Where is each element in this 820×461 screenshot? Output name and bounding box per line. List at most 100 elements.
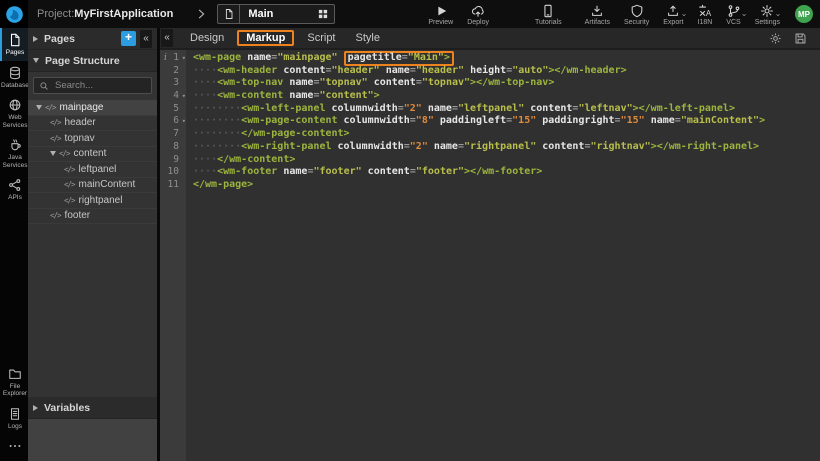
- i18n-icon: A: [698, 3, 712, 18]
- tree-item-mainpage[interactable]: </>mainpage: [28, 100, 157, 116]
- search-input[interactable]: [53, 79, 146, 92]
- grid-view-icon[interactable]: [317, 8, 329, 20]
- code-icon: </>: [50, 134, 61, 143]
- rail-item-more[interactable]: [0, 434, 28, 457]
- fold-marker-icon[interactable]: ▾: [182, 93, 186, 100]
- line-number: 3: [160, 77, 186, 90]
- vcs-button[interactable]: ⌄VCS: [719, 1, 747, 27]
- rail-item-file-explorer[interactable]: File Explorer: [0, 362, 28, 402]
- databases-icon: [8, 66, 22, 80]
- chevron-down-icon: ⌄: [775, 10, 782, 18]
- line-number: 4▾: [160, 90, 186, 103]
- code-line-2[interactable]: 2····<wm-header content="header" name="h…: [160, 65, 820, 78]
- tree-item-rightpanel[interactable]: </> rightpanel: [28, 193, 157, 209]
- pages-section-header[interactable]: Pages + «: [28, 28, 157, 50]
- breadcrumb-chevron-icon: [195, 7, 207, 21]
- caret-right-icon: [33, 405, 38, 411]
- deploy-label: Deploy: [467, 19, 489, 26]
- caret-down-icon[interactable]: [36, 105, 42, 110]
- editor-tabs: DesignMarkupScriptStyle: [173, 28, 390, 48]
- tree-item-label: topnav: [65, 133, 95, 144]
- more-icon: [8, 439, 22, 453]
- tree-item-leftpanel[interactable]: </> leftpanel: [28, 162, 157, 178]
- code-icon: </>: [64, 165, 75, 174]
- page-tab-title: Main: [248, 8, 273, 20]
- wavemaker-logo-icon[interactable]: [0, 0, 28, 28]
- fold-marker-icon[interactable]: ▾: [182, 118, 186, 125]
- line-number: 8: [160, 141, 186, 154]
- tree-item-topnav[interactable]: </> topnav: [28, 131, 157, 147]
- code-line-4[interactable]: 4▾····<wm-content name="content">: [160, 90, 820, 103]
- deploy-button[interactable]: Deploy: [460, 1, 496, 27]
- code-line-7[interactable]: 7········</wm-page-content>: [160, 128, 820, 141]
- rail-item-pages[interactable]: Pages: [0, 28, 28, 61]
- code-line-11[interactable]: 11</wm-page>: [160, 179, 820, 192]
- rail-item-apis[interactable]: APIs: [0, 173, 28, 206]
- line-number: 5: [160, 103, 186, 116]
- java-services-icon: [8, 138, 22, 152]
- project-name: MyFirstApplication: [74, 8, 173, 20]
- deploy-icon: [471, 3, 485, 18]
- code-lines: i1▾<wm-page name="mainpage" pagetitle="M…: [160, 50, 820, 192]
- code-line-10[interactable]: 10····<wm-footer name="footer" content="…: [160, 166, 820, 179]
- tree-item-label: leftpanel: [79, 164, 117, 175]
- tree-item-content[interactable]: </>content: [28, 147, 157, 163]
- preview-button[interactable]: Preview: [421, 1, 460, 27]
- code-icon: </>: [64, 196, 75, 205]
- topbar-actions-left: Preview Deploy Tutorials: [421, 1, 568, 27]
- artifacts-button[interactable]: Artifacts: [578, 1, 617, 27]
- rail-item-databases[interactable]: Databases: [0, 61, 28, 94]
- tab-design[interactable]: Design: [180, 32, 234, 44]
- rail-item-label: Web Services: [1, 114, 29, 129]
- rail-bottom-group: File Explorer Logs: [0, 362, 28, 461]
- fold-marker-icon[interactable]: ▾: [182, 55, 186, 62]
- tutorials-button[interactable]: Tutorials: [528, 1, 569, 27]
- apis-icon: [8, 178, 22, 192]
- tree-item-label: mainpage: [60, 102, 104, 113]
- rail-item-logs[interactable]: Logs: [0, 402, 28, 435]
- tree-item-mainContent[interactable]: </>mainContent: [28, 178, 157, 194]
- tree-item-label: rightpanel: [79, 195, 123, 206]
- security-button[interactable]: Security: [617, 1, 656, 27]
- left-icon-rail: Pages Databases Web Services Java ServicesA…: [0, 28, 28, 461]
- add-page-button[interactable]: +: [121, 31, 136, 46]
- settings-button[interactable]: ⌄Settings: [748, 1, 787, 27]
- code-line-9[interactable]: 9····</wm-content>: [160, 154, 820, 167]
- web-services-icon: [8, 98, 22, 112]
- rail-spacer: [0, 206, 28, 362]
- rail-item-label: File Explorer: [1, 383, 29, 398]
- page-structure-header[interactable]: Page Structure: [28, 50, 157, 72]
- line-number: i1▾: [160, 52, 186, 65]
- code-line-8[interactable]: 8········<wm-right-panel columnwidth="2"…: [160, 141, 820, 154]
- rail-item-web-services[interactable]: Web Services: [0, 93, 28, 133]
- code-line-5[interactable]: 5········<wm-left-panel columnwidth="2" …: [160, 103, 820, 116]
- markup-code-editor[interactable]: i1▾<wm-page name="mainpage" pagetitle="M…: [160, 50, 820, 461]
- rail-item-java-services[interactable]: Java Services: [0, 133, 28, 173]
- search-icon: [39, 81, 49, 91]
- collapse-tree-button[interactable]: «: [161, 29, 173, 47]
- collapse-panel-button[interactable]: «: [140, 30, 152, 48]
- gear-icon[interactable]: [769, 32, 782, 45]
- export-button[interactable]: ⌄Export: [656, 1, 690, 27]
- open-page-tab[interactable]: Main: [217, 4, 335, 24]
- search-box: [33, 77, 152, 94]
- caret-down-icon[interactable]: [50, 151, 56, 156]
- i18n-button[interactable]: AI18N: [691, 1, 720, 27]
- tab-markup[interactable]: Markup: [237, 30, 294, 46]
- code-icon: </>: [50, 211, 61, 220]
- tree-item-footer[interactable]: </>footer: [28, 209, 157, 225]
- code-line-6[interactable]: 6▾········<wm-page-content columnwidth="…: [160, 115, 820, 128]
- code-line-3[interactable]: 3····<wm-top-nav name="topnav" content="…: [160, 77, 820, 90]
- panel-footer-spacer: [28, 419, 157, 461]
- editor-tab-bar: « DesignMarkupScriptStyle: [160, 28, 820, 50]
- tab-script[interactable]: Script: [297, 32, 345, 44]
- breadcrumb: Project:MyFirstApplication: [37, 8, 173, 20]
- user-avatar[interactable]: MP: [795, 5, 813, 23]
- variables-section-header[interactable]: Variables: [28, 397, 157, 419]
- tab-style[interactable]: Style: [346, 32, 390, 44]
- variables-header-label: Variables: [44, 402, 90, 414]
- rail-item-label: Databases: [1, 82, 29, 90]
- code-line-1[interactable]: i1▾<wm-page name="mainpage" pagetitle="M…: [160, 52, 820, 65]
- save-icon[interactable]: [794, 32, 807, 45]
- tree-item-header[interactable]: </>header: [28, 116, 157, 132]
